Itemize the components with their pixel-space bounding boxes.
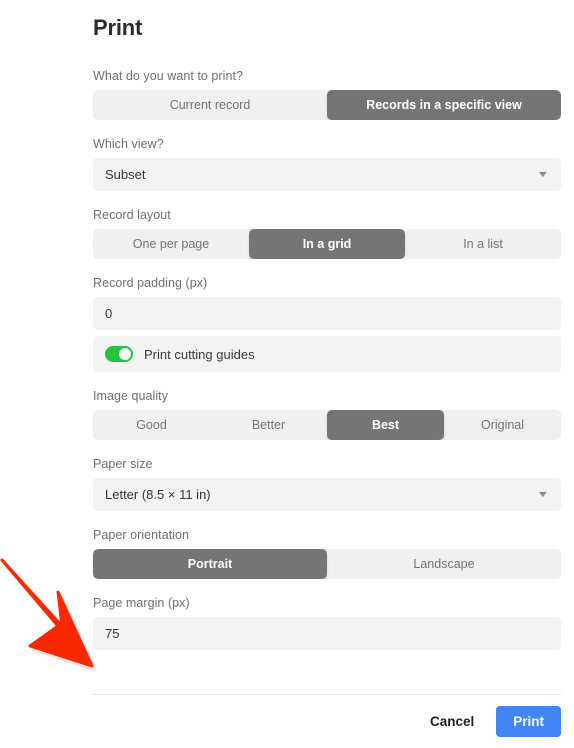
print-dialog: Print What do you want to print? Current… <box>0 0 574 748</box>
which-view-select[interactable]: Subset <box>93 158 561 191</box>
what-to-print-segmented-control[interactable]: Current record Records in a specific vie… <box>93 90 561 120</box>
paper-size-label: Paper size <box>93 457 153 471</box>
segment-portrait[interactable]: Portrait <box>93 549 327 579</box>
segment-landscape[interactable]: Landscape <box>327 549 561 579</box>
field-group-paper-size: Paper size Letter (8.5 × 11 in) <box>93 456 561 511</box>
which-view-label: Which view? <box>93 137 164 151</box>
field-group-page-margin: Page margin (px) 75 <box>93 595 561 650</box>
chevron-down-icon <box>539 172 547 177</box>
segment-in-a-grid[interactable]: In a grid <box>249 229 405 259</box>
dialog-content: Print What do you want to print? Current… <box>93 0 561 650</box>
toggle-knob <box>119 348 131 360</box>
segment-records-in-a-specific-view[interactable]: Records in a specific view <box>327 90 561 120</box>
record-padding-input[interactable]: 0 <box>93 297 561 330</box>
page-title: Print <box>93 15 143 40</box>
dialog-footer: Cancel Print <box>93 694 561 748</box>
field-group-image-quality: Image quality Good Better Best Original <box>93 388 561 440</box>
segment-better[interactable]: Better <box>210 410 327 440</box>
paper-size-select[interactable]: Letter (8.5 × 11 in) <box>93 478 561 511</box>
print-cutting-guides-row[interactable]: Print cutting guides <box>93 336 561 372</box>
toggle-switch-icon[interactable] <box>105 346 133 362</box>
record-padding-value: 0 <box>105 306 113 321</box>
paper-size-value: Letter (8.5 × 11 in) <box>105 487 211 502</box>
field-group-record-padding: Record padding (px) 0 Print cutting guid… <box>93 275 561 372</box>
cancel-button[interactable]: Cancel <box>420 707 484 736</box>
segment-best[interactable]: Best <box>327 410 444 440</box>
what-to-print-label: What do you want to print? <box>93 69 243 83</box>
field-group-record-layout: Record layout One per page In a grid In … <box>93 207 561 259</box>
which-view-value: Subset <box>105 167 146 182</box>
field-group-which-view: Which view? Subset <box>93 136 561 191</box>
record-padding-label: Record padding (px) <box>93 276 208 290</box>
print-button[interactable]: Print <box>496 706 561 737</box>
record-layout-segmented-control[interactable]: One per page In a grid In a list <box>93 229 561 259</box>
segment-original[interactable]: Original <box>444 410 561 440</box>
image-quality-label: Image quality <box>93 389 168 403</box>
segment-one-per-page[interactable]: One per page <box>93 229 249 259</box>
segment-in-a-list[interactable]: In a list <box>405 229 561 259</box>
page-margin-value: 75 <box>105 626 120 641</box>
field-group-what-to-print: What do you want to print? Current recor… <box>93 68 561 120</box>
page-margin-input[interactable]: 75 <box>93 617 561 650</box>
page-margin-label: Page margin (px) <box>93 596 190 610</box>
paper-orientation-segmented-control[interactable]: Portrait Landscape <box>93 549 561 579</box>
print-cutting-guides-label: Print cutting guides <box>144 346 255 362</box>
image-quality-segmented-control[interactable]: Good Better Best Original <box>93 410 561 440</box>
segment-current-record[interactable]: Current record <box>93 90 327 120</box>
field-group-paper-orientation: Paper orientation Portrait Landscape <box>93 527 561 579</box>
record-layout-label: Record layout <box>93 208 171 222</box>
chevron-down-icon <box>539 492 547 497</box>
paper-orientation-label: Paper orientation <box>93 528 190 542</box>
segment-good[interactable]: Good <box>93 410 210 440</box>
